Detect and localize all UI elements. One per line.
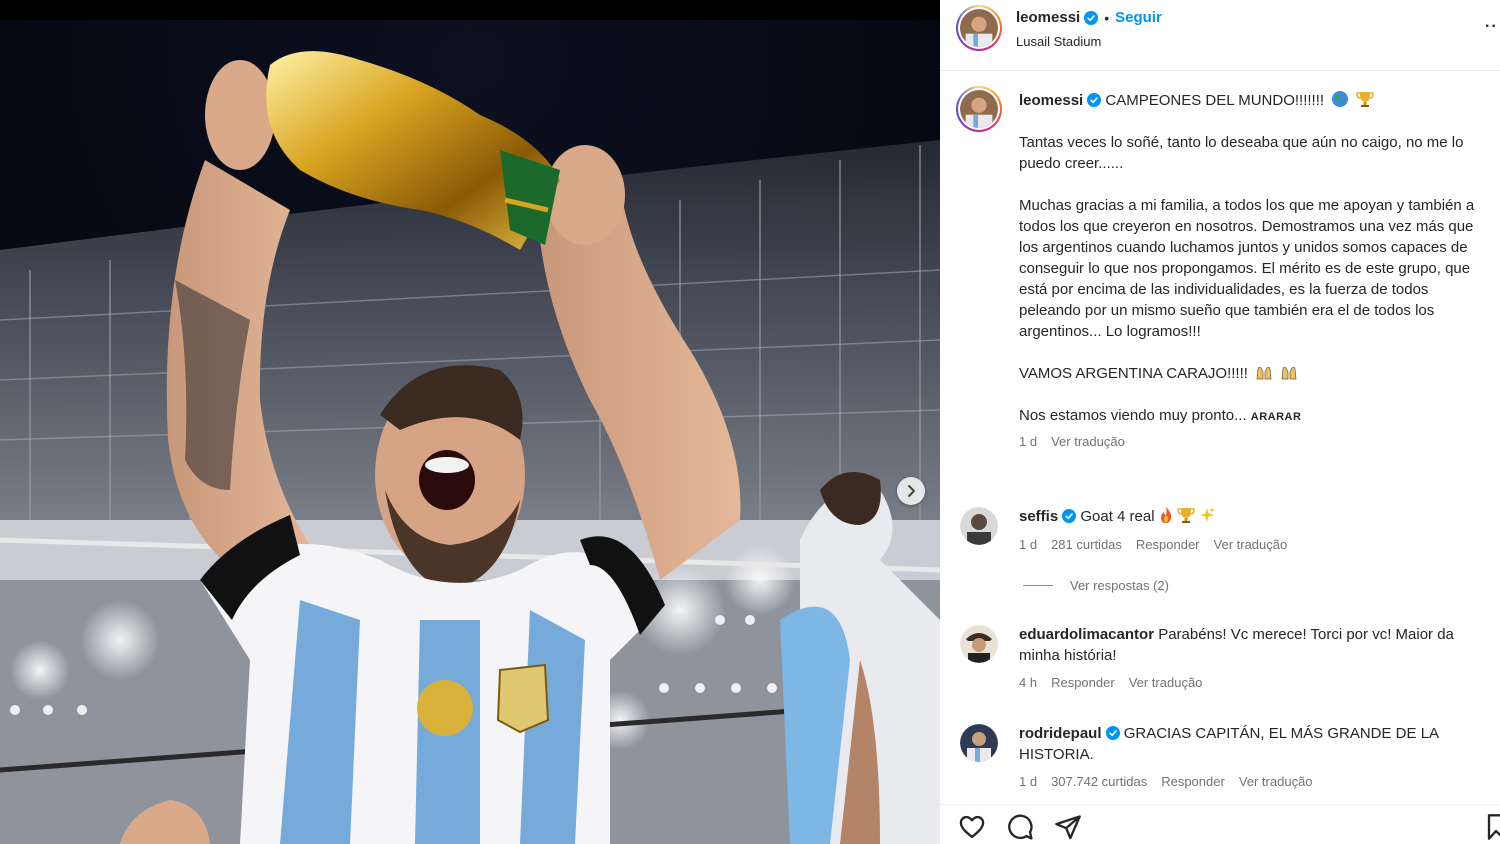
raised-hands-emoji-icon bbox=[1281, 366, 1297, 380]
avatar-image bbox=[960, 625, 998, 663]
comment-item: eduardolimacantor Parabéns! Vc merece! T… bbox=[1019, 624, 1489, 690]
comment-time[interactable]: 1 d bbox=[1019, 774, 1037, 789]
chevron-right-icon bbox=[908, 485, 915, 497]
post-location[interactable]: Lusail Stadium bbox=[1016, 34, 1101, 49]
comment-icon[interactable] bbox=[1006, 813, 1034, 841]
comment-username[interactable]: rodridepaul bbox=[1019, 725, 1102, 742]
caption-username[interactable]: leomessi bbox=[1019, 92, 1083, 109]
avatar-image bbox=[960, 90, 998, 128]
caption-translate-link[interactable]: Ver tradução bbox=[1051, 434, 1125, 449]
raised-hands-emoji-icon bbox=[1256, 366, 1272, 380]
post-media[interactable] bbox=[0, 0, 940, 844]
comment-username[interactable]: seffis bbox=[1019, 508, 1058, 525]
translate-link[interactable]: Ver tradução bbox=[1239, 774, 1313, 789]
reply-button[interactable]: Responder bbox=[1161, 774, 1225, 789]
caption-tag[interactable]: ARARAR bbox=[1251, 411, 1302, 423]
caption-first-line: CAMPEONES DEL MUNDO!!!!!!! bbox=[1105, 92, 1325, 109]
comment-likes[interactable]: 281 curtidas bbox=[1051, 537, 1122, 552]
comment-item: rodridepaul GRACIAS CAPITÁN, EL MÁS GRAN… bbox=[1019, 723, 1489, 789]
trophy-emoji-icon bbox=[1356, 92, 1375, 107]
trophy-emoji-icon bbox=[1176, 508, 1195, 523]
verified-badge-icon bbox=[1084, 10, 1099, 25]
heart-icon[interactable] bbox=[958, 813, 986, 841]
comment-item: seffis Goat 4 real 1 d 281 curtidas Respon… bbox=[1019, 506, 1489, 552]
comment-username[interactable]: eduardolimacantor bbox=[1019, 626, 1154, 643]
more-options-icon[interactable]: ·· bbox=[1485, 18, 1498, 36]
separator-dot: • bbox=[1104, 9, 1110, 26]
caption-paragraph: VAMOS ARGENTINA CARAJO!!!!! bbox=[1019, 365, 1248, 382]
comment-avatar[interactable] bbox=[960, 625, 998, 663]
avatar-image bbox=[960, 507, 998, 545]
post-caption: leomessi CAMPEONES DEL MUNDO!!!!!!! Tant… bbox=[1019, 90, 1493, 449]
view-replies-button[interactable]: Ver respostas (2) bbox=[1023, 578, 1169, 593]
caption-paragraph: Tantas veces lo soñé, tanto lo deseaba q… bbox=[1019, 134, 1464, 172]
next-image-button[interactable] bbox=[897, 477, 925, 505]
verified-badge-icon bbox=[1105, 726, 1120, 740]
save-icon[interactable] bbox=[1486, 813, 1500, 841]
caption-time[interactable]: 1 d bbox=[1019, 434, 1037, 449]
reply-button[interactable]: Responder bbox=[1136, 537, 1200, 552]
verified-badge-icon bbox=[1087, 93, 1102, 107]
view-replies-label: Ver respostas (2) bbox=[1070, 578, 1169, 593]
media-top-bar bbox=[0, 0, 940, 20]
caption-paragraph: Nos estamos viendo muy pronto... bbox=[1019, 407, 1247, 424]
comment-text: Goat 4 real bbox=[1080, 508, 1155, 525]
author-username[interactable]: leomessi bbox=[1016, 9, 1080, 26]
post-photo bbox=[0, 20, 940, 844]
comment-time[interactable]: 1 d bbox=[1019, 537, 1037, 552]
comment-likes[interactable]: 307.742 curtidas bbox=[1051, 774, 1147, 789]
replies-divider bbox=[1023, 585, 1053, 586]
globe-emoji-icon bbox=[1332, 91, 1349, 107]
comment-avatar[interactable] bbox=[960, 724, 998, 762]
translate-link[interactable]: Ver tradução bbox=[1129, 675, 1203, 690]
sparkles-emoji-icon bbox=[1199, 507, 1215, 522]
translate-link[interactable]: Ver tradução bbox=[1214, 537, 1288, 552]
comment-time[interactable]: 4 h bbox=[1019, 675, 1037, 690]
post-side-panel: leomessi • Seguir Lusail Stadium ·· leom… bbox=[940, 0, 1500, 844]
fire-emoji-icon bbox=[1160, 507, 1171, 523]
caption-meta: 1 d Ver tradução bbox=[1019, 434, 1493, 449]
reply-button[interactable]: Responder bbox=[1051, 675, 1115, 690]
post-header: leomessi • Seguir Lusail Stadium ·· bbox=[940, 0, 1500, 71]
post-action-bar bbox=[940, 804, 1500, 844]
caption-paragraph: Muchas gracias a mi familia, a todos los… bbox=[1019, 197, 1475, 340]
avatar-image bbox=[960, 724, 998, 762]
share-icon[interactable] bbox=[1054, 813, 1082, 841]
comment-avatar[interactable] bbox=[960, 507, 998, 545]
follow-button[interactable]: Seguir bbox=[1115, 9, 1162, 26]
verified-badge-icon bbox=[1062, 509, 1077, 523]
avatar-image bbox=[960, 9, 998, 47]
author-avatar[interactable] bbox=[956, 5, 1002, 51]
caption-avatar[interactable] bbox=[956, 86, 1002, 132]
